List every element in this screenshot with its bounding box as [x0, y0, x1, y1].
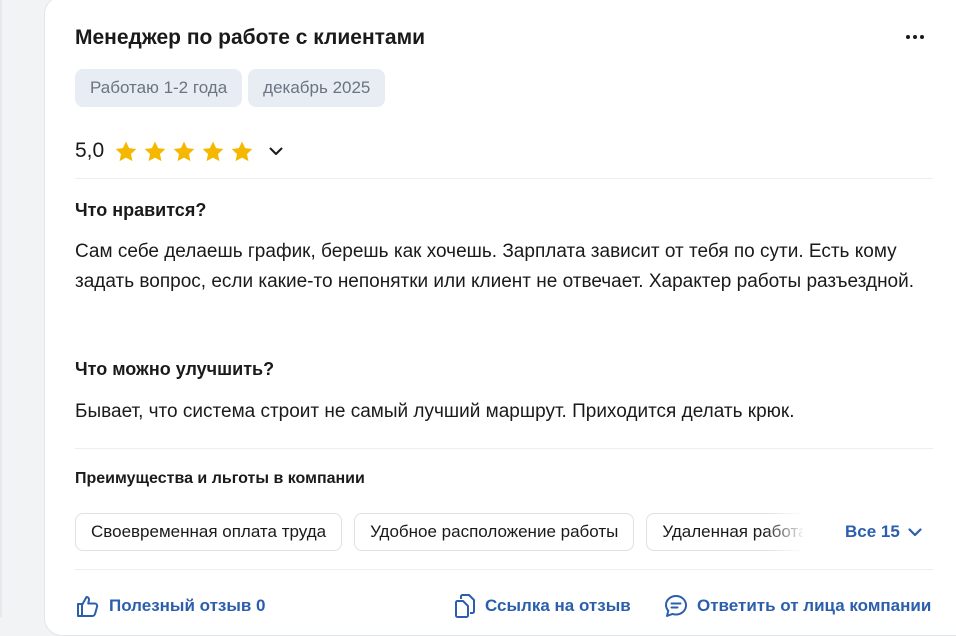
star-icon	[201, 140, 225, 163]
likes-text: Сам себе делаешь график, берешь как хоче…	[75, 241, 915, 292]
likes-title: Что нравится?	[75, 200, 207, 220]
helpful-button[interactable]: Полезный отзыв 0	[75, 592, 266, 620]
tag-experience: Работаю 1-2 года	[75, 69, 243, 107]
chevron-down-icon	[908, 527, 922, 536]
reply-label: Ответить от лица компании	[697, 596, 932, 615]
divider	[75, 178, 933, 179]
star-icon	[114, 140, 138, 163]
review-actions: Полезный отзыв 0 Ссылка на отзыв Ответит…	[75, 592, 933, 620]
divider	[75, 448, 933, 449]
benefit-chip[interactable]: Удобное расположение работы	[354, 513, 635, 551]
chat-bubble-icon	[665, 595, 687, 617]
improve-text: Бывает, что система строит не самый лучш…	[75, 401, 795, 422]
helpful-label: Полезный отзыв 0	[109, 596, 266, 615]
star-icon	[172, 140, 196, 163]
star-icon	[143, 140, 167, 163]
copy-icon	[455, 594, 475, 618]
star-icon	[230, 140, 254, 163]
benefits-title: Преимущества и льготы в компании	[75, 470, 365, 487]
improve-title: Что можно улучшить?	[75, 359, 275, 379]
benefit-chip[interactable]: Своевременная оплата труда	[75, 513, 343, 551]
review-tags: Работаю 1-2 года декабрь 2025	[75, 69, 386, 107]
background-strip	[0, 0, 2, 617]
rating-row: 5,0	[75, 136, 286, 166]
show-all-benefits-button[interactable]: Все 15	[845, 513, 922, 551]
reply-button[interactable]: Ответить от лица компании	[663, 592, 931, 620]
copy-link-label: Ссылка на отзыв	[485, 596, 631, 615]
show-all-label: Все 15	[845, 522, 900, 541]
chevron-down-icon	[269, 147, 283, 155]
tag-date: декабрь 2025	[248, 69, 386, 107]
review-title: Менеджер по работе с клиентами	[75, 26, 426, 49]
rating-stars	[114, 140, 254, 163]
rating-expand-button[interactable]	[266, 141, 286, 161]
chips-fade	[765, 513, 805, 551]
more-dots-icon	[906, 35, 924, 39]
thumbs-up-icon	[77, 596, 99, 617]
rating-value: 5,0	[75, 139, 105, 162]
benefits-chips: Своевременная оплата труда Удобное распо…	[75, 513, 803, 551]
more-options-button[interactable]	[900, 26, 930, 48]
copy-link-button[interactable]: Ссылка на отзыв	[453, 592, 631, 620]
divider	[75, 569, 933, 570]
